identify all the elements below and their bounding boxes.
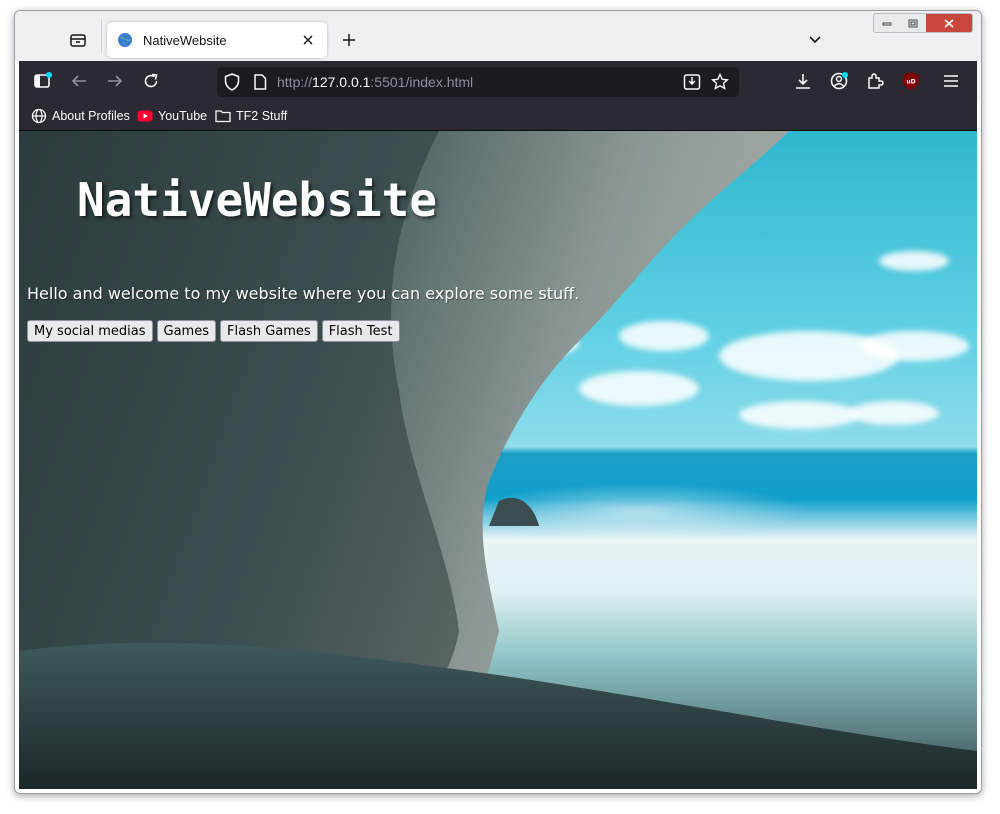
bookmark-label: TF2 Stuff xyxy=(236,109,288,123)
ublock-origin-button[interactable]: uD xyxy=(899,69,923,93)
flash-test-button[interactable]: Flash Test xyxy=(321,320,400,342)
bookmarks-toolbar: About Profiles YouTube TF2 Stuff xyxy=(19,101,977,131)
maximize-button[interactable] xyxy=(900,14,926,32)
close-window-button[interactable] xyxy=(926,14,972,32)
minimize-button[interactable] xyxy=(874,14,900,32)
bookmark-folder-tf2-stuff[interactable]: TF2 Stuff xyxy=(215,107,287,125)
bookmark-label: YouTube xyxy=(158,109,208,123)
tab-strip: NativeWebsite xyxy=(15,11,981,61)
url-bar[interactable]: http://127.0.0.1:5501/index.html xyxy=(217,67,739,97)
tab-title: NativeWebsite xyxy=(143,32,227,48)
url-path: :5501/index.html xyxy=(370,74,474,90)
tab-divider xyxy=(101,19,102,53)
window-controls xyxy=(873,13,973,33)
arrow-left-icon xyxy=(71,75,86,87)
back-button[interactable] xyxy=(67,69,91,93)
sidebar-button[interactable] xyxy=(31,69,55,93)
bookmark-about-profiles[interactable]: About Profiles xyxy=(31,107,130,125)
download-icon xyxy=(796,74,810,89)
extensions-button[interactable] xyxy=(863,69,887,93)
ublock-shield-icon: uD xyxy=(903,72,919,90)
bookmark-star-button[interactable] xyxy=(711,73,729,91)
hamburger-menu-icon xyxy=(944,75,958,87)
social-medias-button[interactable]: My social medias xyxy=(27,320,153,342)
arrow-right-icon xyxy=(108,75,123,87)
tracking-protection-button[interactable] xyxy=(223,73,241,91)
close-icon xyxy=(944,18,954,28)
globe-favicon-icon xyxy=(118,33,132,47)
list-all-tabs-button[interactable] xyxy=(803,28,827,52)
tab-active[interactable]: NativeWebsite xyxy=(107,22,327,58)
browser-window: NativeWebsite http://127.0.0.1:5501/inde… xyxy=(14,10,982,794)
svg-text:uD: uD xyxy=(906,79,915,86)
chevron-down-icon xyxy=(809,36,821,44)
tab-list-button[interactable] xyxy=(65,27,91,53)
puzzle-icon xyxy=(868,73,884,89)
shield-icon xyxy=(224,73,240,91)
flash-games-button[interactable]: Flash Games xyxy=(220,320,318,342)
url-host: 127.0.0.1 xyxy=(312,74,371,90)
bookmark-youtube[interactable]: YouTube xyxy=(137,107,207,125)
new-tab-button[interactable] xyxy=(337,28,361,52)
welcome-text: Hello and welcome to my website where yo… xyxy=(27,284,580,303)
account-icon xyxy=(830,72,848,90)
page-title: NativeWebsite xyxy=(77,173,438,227)
account-button[interactable] xyxy=(827,69,851,93)
globe-icon xyxy=(31,108,47,124)
bookmark-label: About Profiles xyxy=(52,109,130,123)
maximize-icon xyxy=(908,19,918,27)
tab-list-icon xyxy=(70,34,86,47)
sidebar-icon xyxy=(34,72,52,88)
forward-button[interactable] xyxy=(103,69,127,93)
save-page-button[interactable] xyxy=(683,73,701,91)
tab-close-button[interactable] xyxy=(299,31,317,49)
nav-button-row: My social medias Games Flash Games Flash… xyxy=(27,320,400,342)
reload-button[interactable] xyxy=(139,69,163,93)
youtube-icon xyxy=(137,110,153,122)
app-menu-button[interactable] xyxy=(939,69,963,93)
tray-download-icon xyxy=(683,74,701,90)
cave-cliff-background xyxy=(19,131,977,789)
site-info-button[interactable] xyxy=(251,73,269,91)
page-content: NativeWebsite Hello and welcome to my we… xyxy=(19,131,977,789)
navigation-toolbar: http://127.0.0.1:5501/index.html uD xyxy=(19,61,981,101)
reload-icon xyxy=(144,73,158,88)
url-protocol: http:// xyxy=(277,74,313,90)
page-icon xyxy=(254,74,267,90)
url-text[interactable]: http://127.0.0.1:5501/index.html xyxy=(277,74,473,90)
close-icon xyxy=(303,35,313,45)
star-icon xyxy=(711,73,729,90)
downloads-button[interactable] xyxy=(791,69,815,93)
games-button[interactable]: Games xyxy=(156,320,216,342)
minimize-icon xyxy=(882,22,892,26)
plus-icon xyxy=(343,34,355,46)
folder-icon xyxy=(215,110,231,123)
